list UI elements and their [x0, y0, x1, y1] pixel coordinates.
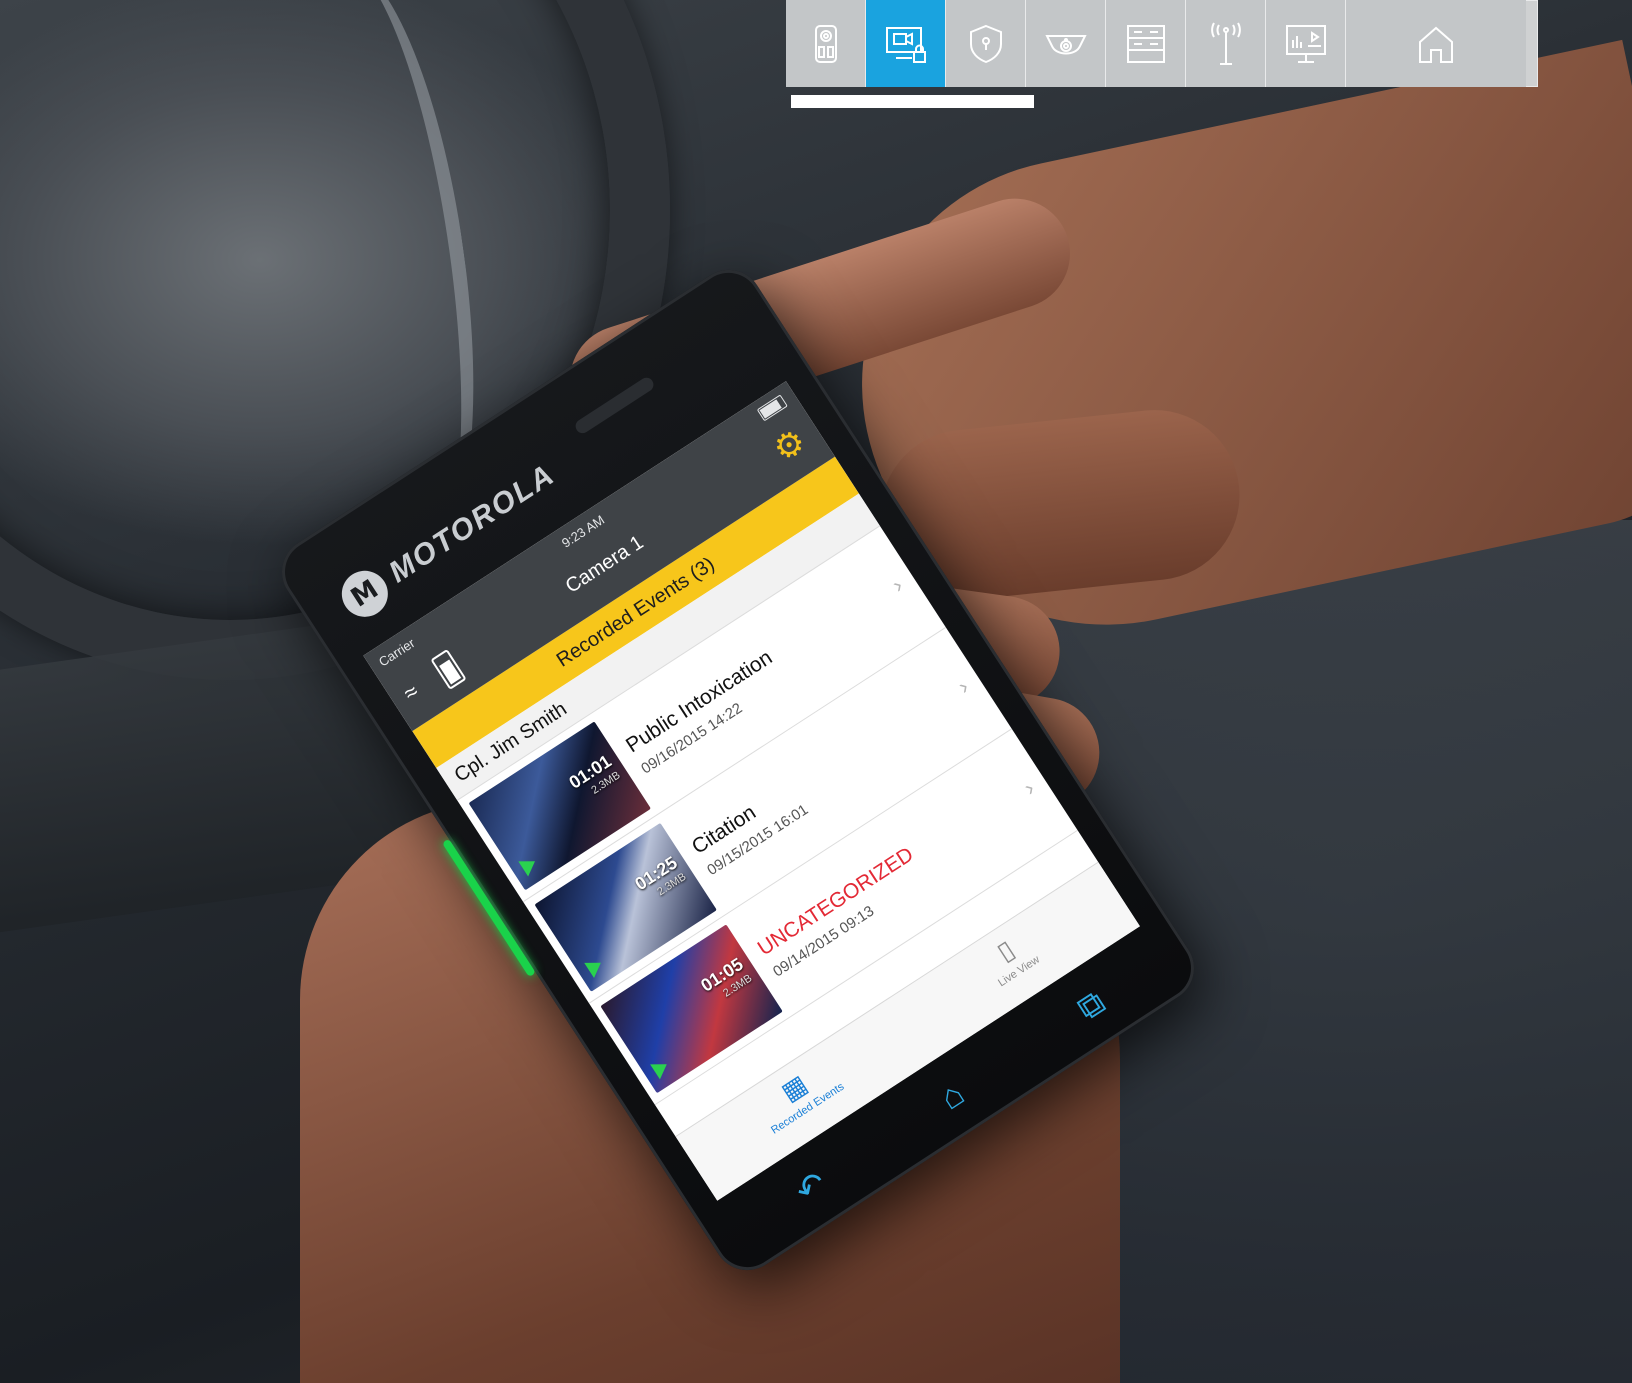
nav-analytics[interactable] — [1266, 0, 1346, 87]
nav-security[interactable] — [946, 0, 1026, 87]
security-shield-icon — [969, 24, 1002, 63]
secure-video-icon — [885, 26, 926, 63]
nav-servers[interactable] — [1106, 0, 1186, 87]
top-icon-nav — [786, 0, 1538, 87]
body-camera-icon — [814, 24, 837, 63]
background-photo: M MOTOROLA Carrier 9:23 AM ≈ Camera 1 ⚙ … — [0, 0, 1632, 1383]
back-icon[interactable]: ↶ — [788, 1163, 834, 1212]
nav-secure-video[interactable] — [866, 0, 946, 87]
play-icon — [650, 1056, 672, 1080]
nav-home[interactable] — [1346, 0, 1526, 87]
home-button-icon[interactable]: ⌂ — [933, 1074, 971, 1118]
nav-body-camera[interactable] — [786, 0, 866, 87]
nav-dome-camera[interactable] — [1026, 0, 1106, 87]
earpiece-speaker — [572, 375, 657, 436]
nav-active-indicator — [791, 95, 1034, 108]
play-icon — [518, 853, 540, 877]
nav-radio-tower[interactable] — [1186, 0, 1266, 87]
server-rack-icon — [1126, 24, 1165, 63]
analytics-monitor-icon — [1285, 24, 1326, 63]
radio-tower-icon — [1210, 22, 1241, 65]
recent-apps-icon[interactable]: ⧉ — [1071, 983, 1113, 1029]
play-icon — [584, 955, 606, 978]
motorola-logo-icon: M — [333, 561, 397, 626]
dome-camera-icon — [1044, 34, 1087, 54]
home-icon — [1419, 26, 1453, 63]
